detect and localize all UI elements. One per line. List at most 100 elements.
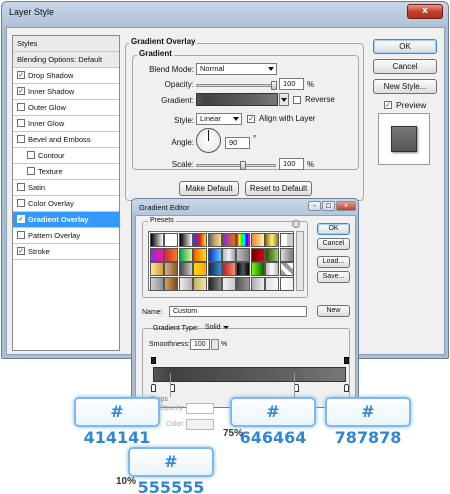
opacity-slider-track[interactable] [196, 84, 276, 87]
style-checkbox-outer-glow[interactable] [17, 103, 25, 112]
stop-opacity-input[interactable] [186, 403, 214, 414]
style-item-satin[interactable]: Satin [13, 180, 119, 196]
style-checkbox-texture[interactable] [27, 167, 35, 176]
preset-swatch[interactable] [222, 262, 236, 277]
preview-checkbox[interactable]: ✓ [384, 101, 392, 109]
preset-swatch[interactable] [222, 247, 236, 262]
preset-swatch[interactable] [164, 233, 179, 247]
preset-swatch[interactable] [193, 247, 208, 262]
style-checkbox-bevel-and-emboss[interactable] [17, 135, 25, 144]
scale-slider-track[interactable] [196, 164, 276, 167]
preset-swatch[interactable] [150, 262, 164, 277]
close-icon[interactable]: x [336, 201, 356, 211]
preset-swatch[interactable] [279, 247, 294, 262]
reverse-checkbox[interactable] [293, 96, 301, 104]
preset-swatch[interactable] [164, 262, 179, 277]
preset-swatch[interactable] [250, 247, 265, 262]
scale-slider-thumb[interactable] [240, 161, 246, 170]
style-checkbox-stroke[interactable]: ✓ [17, 247, 25, 256]
style-checkbox-inner-glow[interactable] [17, 119, 25, 128]
style-item-drop-shadow[interactable]: ✓ Drop Shadow [13, 68, 119, 84]
name-input[interactable]: Custom [169, 306, 307, 317]
preset-swatch[interactable] [279, 262, 294, 277]
style-item-texture[interactable]: Texture [13, 164, 119, 180]
new-style-button[interactable]: New Style... [373, 79, 437, 94]
style-item-outer-glow[interactable]: Outer Glow [13, 100, 119, 116]
style-item-bevel-and-emboss[interactable]: Bevel and Emboss [13, 132, 119, 148]
preset-swatch[interactable] [236, 262, 251, 277]
maximize-icon[interactable]: □ [322, 201, 335, 211]
load-button[interactable]: Load... [317, 256, 350, 268]
style-item-styles[interactable]: Styles [13, 36, 119, 52]
gradient-preview[interactable] [196, 93, 278, 106]
angle-input[interactable]: 90 [225, 137, 250, 149]
style-checkbox-drop-shadow[interactable]: ✓ [17, 71, 25, 80]
preset-swatch[interactable] [150, 233, 164, 247]
preset-swatch[interactable] [236, 276, 251, 291]
angle-dial[interactable] [196, 128, 221, 153]
preset-swatch[interactable] [250, 233, 265, 247]
color-stop-787878[interactable] [344, 384, 349, 392]
scale-input[interactable]: 100 [279, 158, 304, 170]
editor-cancel-button[interactable]: Cancel [317, 238, 350, 250]
preset-swatch[interactable] [265, 262, 280, 277]
preset-swatch[interactable] [193, 233, 208, 247]
gradient-bar[interactable] [153, 367, 346, 382]
presets-scrollbar[interactable] [296, 231, 304, 291]
align-with-layer-checkbox[interactable]: ✓ [247, 115, 255, 123]
style-item-pattern-overlay[interactable]: Pattern Overlay [13, 228, 119, 244]
preset-swatch[interactable] [265, 233, 280, 247]
gradient-dropdown[interactable] [279, 93, 289, 106]
preset-swatch[interactable] [193, 276, 208, 291]
preset-swatch[interactable] [178, 233, 193, 247]
preset-swatch[interactable] [250, 262, 265, 277]
preset-swatch[interactable] [207, 276, 222, 291]
color-stop-555555[interactable] [151, 384, 156, 392]
preset-swatch[interactable] [222, 233, 236, 247]
minimize-icon[interactable]: – [308, 201, 321, 211]
new-button[interactable]: New [317, 305, 350, 317]
smoothness-input[interactable]: 100 [190, 339, 210, 350]
preset-swatch[interactable] [164, 247, 179, 262]
preset-swatch[interactable] [236, 247, 251, 262]
preset-swatch[interactable] [178, 276, 193, 291]
preset-swatch[interactable] [207, 262, 222, 277]
preset-swatch[interactable] [236, 233, 251, 247]
style-item-gradient-overlay[interactable]: ✓ Gradient Overlay [13, 212, 119, 228]
preset-swatch[interactable] [178, 262, 193, 277]
style-item-inner-shadow[interactable]: ✓ Inner Shadow [13, 84, 119, 100]
preset-swatch[interactable] [265, 276, 280, 291]
save-button[interactable]: Save... [317, 271, 350, 283]
blend-mode-select[interactable]: Normal [196, 63, 277, 75]
preset-swatch[interactable] [150, 276, 164, 291]
style-checkbox-contour[interactable] [27, 151, 35, 160]
preset-swatch[interactable] [193, 262, 208, 277]
ok-button[interactable]: OK [373, 39, 437, 54]
preset-swatch[interactable] [150, 247, 164, 262]
preset-swatch[interactable] [222, 276, 236, 291]
style-item-inner-glow[interactable]: Inner Glow [13, 116, 119, 132]
opacity-stop-left[interactable] [151, 357, 156, 364]
style-checkbox-color-overlay[interactable] [17, 199, 25, 208]
preset-swatch[interactable] [164, 276, 179, 291]
gradient-type-select[interactable]: Solid [202, 323, 231, 334]
stop-color-swatch[interactable] [186, 419, 214, 430]
style-item-stroke[interactable]: ✓ Stroke [13, 244, 119, 260]
preset-swatch[interactable] [279, 276, 294, 291]
opacity-input[interactable]: 100 [279, 78, 304, 90]
opacity-slider-thumb[interactable] [271, 81, 277, 90]
preset-swatch[interactable] [265, 247, 280, 262]
preset-swatch[interactable] [207, 247, 222, 262]
close-button[interactable]: x [407, 4, 443, 19]
style-item-contour[interactable]: Contour [13, 148, 119, 164]
preset-swatch[interactable] [279, 233, 294, 247]
preset-swatch[interactable] [250, 276, 265, 291]
presets-arrow-icon[interactable] [292, 220, 300, 228]
style-checkbox-inner-shadow[interactable]: ✓ [17, 87, 25, 96]
smoothness-dropdown[interactable] [211, 339, 219, 350]
cancel-button[interactable]: Cancel [373, 59, 437, 74]
style-checkbox-pattern-overlay[interactable] [17, 231, 25, 240]
make-default-button[interactable]: Make Default [179, 181, 239, 196]
style-select[interactable]: Linear [196, 113, 242, 125]
opacity-stop-right[interactable] [344, 357, 349, 364]
